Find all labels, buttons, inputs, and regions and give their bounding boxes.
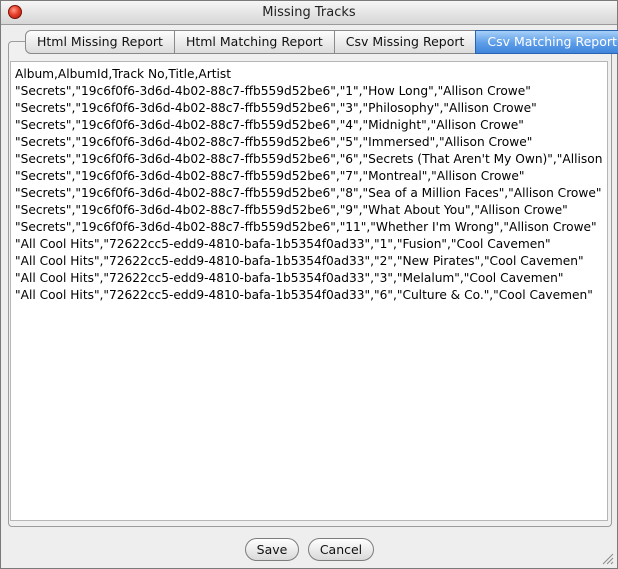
report-line: "All Cool Hits","72622cc5-edd9-4810-bafa… <box>15 237 551 251</box>
report-line: Album,AlbumId,Track No,Title,Artist <box>15 67 232 81</box>
resize-grip-icon[interactable] <box>602 553 614 565</box>
tab-html-matching-report[interactable]: Html Matching Report <box>173 30 335 54</box>
title-bar[interactable]: Missing Tracks <box>1 1 617 25</box>
report-line: "Secrets","19c6f0f6-3d6d-4b02-88c7-ffb55… <box>15 220 597 234</box>
report-line: "All Cool Hits","72622cc5-edd9-4810-bafa… <box>15 288 593 302</box>
window-title: Missing Tracks <box>262 5 356 20</box>
missing-tracks-window: Missing Tracks Html Missing Report Html … <box>0 0 618 569</box>
report-line: "All Cool Hits","72622cc5-edd9-4810-bafa… <box>15 271 564 285</box>
report-line: "Secrets","19c6f0f6-3d6d-4b02-88c7-ffb55… <box>15 203 568 217</box>
report-line: "Secrets","19c6f0f6-3d6d-4b02-88c7-ffb55… <box>15 118 524 132</box>
report-line: "Secrets","19c6f0f6-3d6d-4b02-88c7-ffb55… <box>15 169 525 183</box>
report-line: "All Cool Hits","72622cc5-edd9-4810-bafa… <box>15 254 584 268</box>
report-line: "Secrets","19c6f0f6-3d6d-4b02-88c7-ffb55… <box>15 186 602 200</box>
report-line: "Secrets","19c6f0f6-3d6d-4b02-88c7-ffb55… <box>15 101 537 115</box>
report-line: "Secrets","19c6f0f6-3d6d-4b02-88c7-ffb55… <box>15 135 533 149</box>
report-line: "Secrets","19c6f0f6-3d6d-4b02-88c7-ffb55… <box>15 84 531 98</box>
report-line: "Secrets","19c6f0f6-3d6d-4b02-88c7-ffb55… <box>15 152 608 166</box>
cancel-button[interactable]: Cancel <box>308 538 374 561</box>
report-tabs: Html Missing Report Html Matching Report… <box>25 30 618 54</box>
tab-html-missing-report[interactable]: Html Missing Report <box>25 30 175 54</box>
report-text-area[interactable]: Album,AlbumId,Track No,Title,Artist "Sec… <box>10 61 608 521</box>
tab-csv-missing-report[interactable]: Csv Missing Report <box>333 30 477 54</box>
save-button[interactable]: Save <box>245 538 299 561</box>
tab-csv-matching-report[interactable]: Csv Matching Report <box>475 30 618 54</box>
